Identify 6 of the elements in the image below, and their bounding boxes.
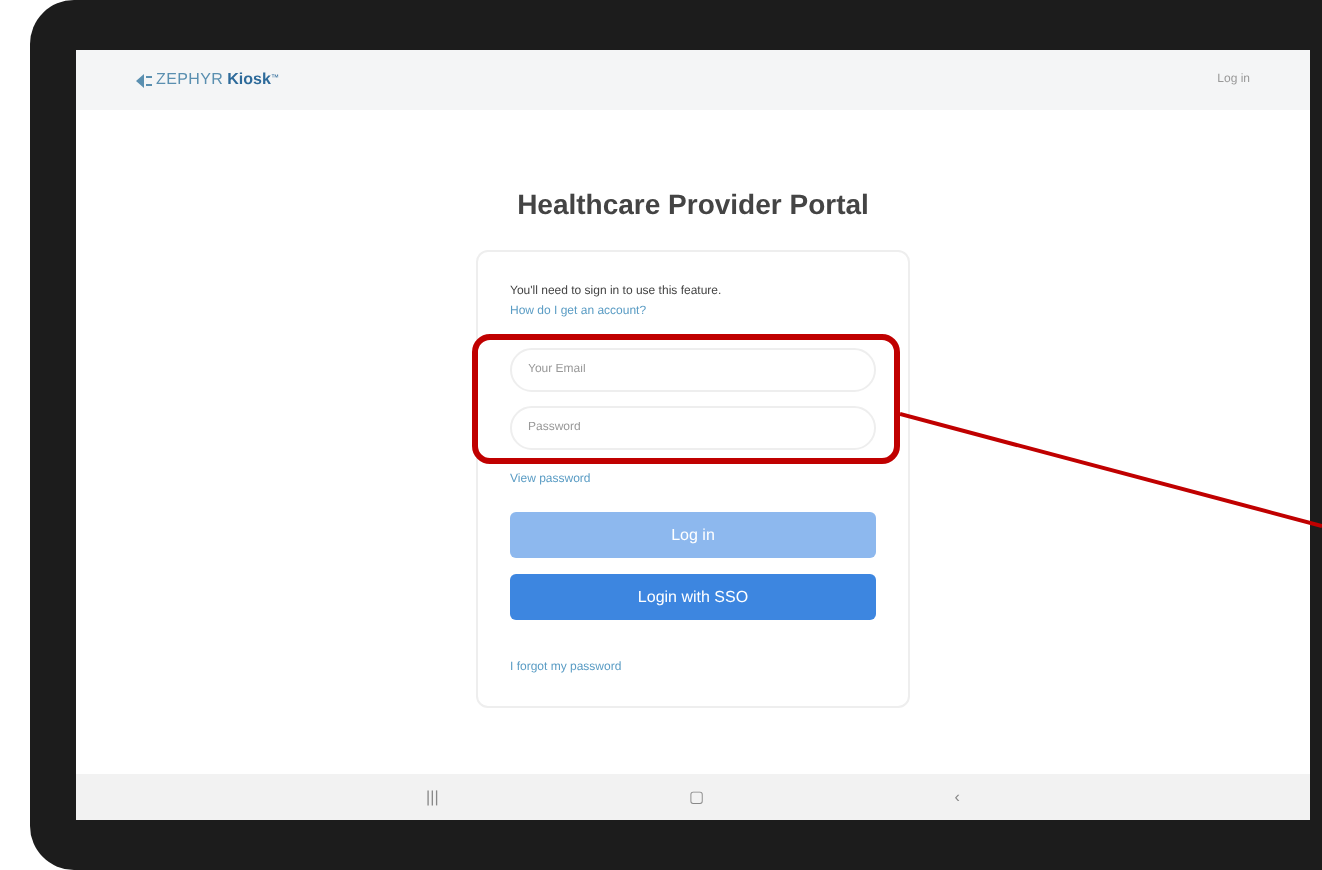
- nav-button[interactable]: |||: [426, 785, 439, 809]
- login-button[interactable]: Login with SSO: [510, 574, 876, 620]
- logo-icon: [136, 73, 152, 87]
- logo-text: ZEPHYR: [156, 68, 224, 92]
- page-title: Healthcare Provider Portal: [517, 186, 869, 224]
- nav-button[interactable]: ▢: [688, 785, 705, 809]
